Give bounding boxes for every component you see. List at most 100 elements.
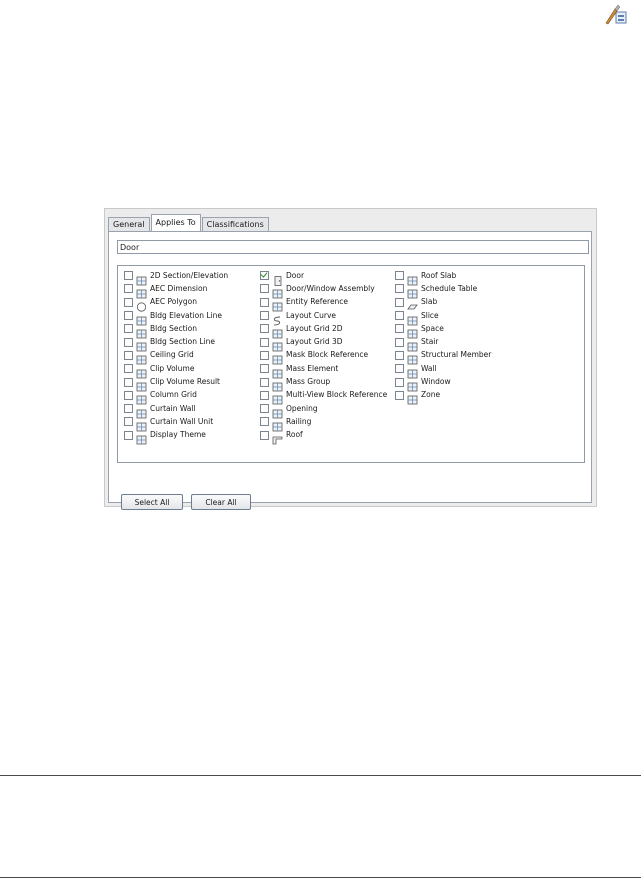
layout-grid-2d-icon [272, 324, 283, 339]
checkbox[interactable] [395, 364, 404, 374]
checkbox[interactable] [124, 324, 133, 334]
list-item[interactable]: Roof Slab [395, 269, 491, 286]
list-item[interactable]: AEC Dimension [124, 282, 228, 299]
list-item[interactable]: Structural Member [395, 349, 492, 365]
checkbox[interactable] [124, 350, 133, 360]
roof-slab-icon [407, 271, 418, 286]
layout-grid-3d-icon [272, 337, 283, 352]
opening-icon [272, 404, 283, 419]
dimension-icon [136, 284, 147, 299]
checkbox[interactable] [260, 271, 269, 281]
tab-applies-to[interactable]: Applies To [150, 214, 201, 231]
checkbox[interactable] [395, 337, 404, 347]
list-item[interactable]: Layout Curve [260, 309, 387, 325]
list-item[interactable]: Curtain Wall Unit [124, 415, 228, 432]
list-item[interactable]: Display Theme [124, 429, 228, 445]
checkbox[interactable] [260, 324, 269, 334]
list-item[interactable]: Layout Grid 2D [260, 322, 387, 339]
checkbox[interactable] [124, 337, 133, 347]
list-item[interactable]: Stair [395, 335, 491, 352]
list-item-label: Clip Volume [150, 363, 195, 373]
checkbox[interactable] [124, 430, 133, 440]
list-item-label: Structural Member [421, 350, 492, 360]
list-item[interactable]: Column Grid [124, 389, 228, 405]
checkbox[interactable] [395, 324, 404, 334]
list-item-label: Schedule Table [421, 283, 478, 293]
select-all-button[interactable]: Select All [121, 494, 183, 510]
clear-all-button[interactable]: Clear All [191, 494, 251, 510]
checkbox[interactable] [395, 390, 404, 400]
list-item[interactable]: Mask Block Reference [260, 349, 387, 365]
list-item[interactable]: Multi-View Block Reference [260, 389, 387, 405]
tab-general[interactable]: General [108, 217, 150, 231]
list-item[interactable]: Mass Element [260, 362, 387, 379]
checkbox[interactable] [395, 350, 404, 360]
checkbox[interactable] [395, 271, 404, 281]
checkbox[interactable] [395, 377, 404, 387]
list-item[interactable]: Curtain Wall [124, 402, 228, 419]
list-item[interactable]: AEC Polygon [124, 296, 228, 312]
list-item-label: Curtain Wall [150, 403, 196, 413]
checkbox[interactable] [124, 404, 133, 414]
checkbox[interactable] [260, 284, 269, 294]
checkbox[interactable] [395, 284, 404, 294]
checkbox[interactable] [260, 311, 269, 321]
list-item[interactable]: Window [395, 375, 491, 392]
tab-classifications[interactable]: Classifications [201, 217, 269, 231]
list-item[interactable]: 2D Section/Elevation [124, 269, 228, 286]
list-item[interactable]: Slab [395, 296, 491, 310]
list-item[interactable]: Opening [260, 402, 387, 419]
list-item-label: Door [286, 270, 305, 280]
checkbox[interactable] [260, 404, 269, 414]
list-item[interactable]: Entity Reference [260, 296, 387, 312]
checkbox[interactable] [124, 417, 133, 427]
list-item[interactable]: Zone [395, 389, 491, 405]
list-item[interactable]: Slice [395, 309, 491, 325]
checkbox[interactable] [124, 364, 133, 374]
checkbox[interactable] [260, 390, 269, 400]
list-item[interactable]: Wall [395, 362, 491, 379]
checkbox[interactable] [395, 297, 404, 307]
tab-strip: General Applies To Classifications [108, 214, 270, 231]
list-item-label: Curtain Wall Unit [150, 416, 214, 426]
checkbox[interactable] [260, 364, 269, 374]
mass-element-icon [272, 364, 283, 379]
checkbox[interactable] [124, 297, 133, 307]
checkbox[interactable] [124, 271, 133, 281]
list-item-label: Stair [421, 337, 439, 347]
list-item[interactable]: Clip Volume [124, 362, 228, 379]
list-item[interactable]: Ceiling Grid [124, 349, 228, 365]
checkbox[interactable] [260, 297, 269, 307]
list-item[interactable]: Clip Volume Result [124, 375, 228, 392]
checkbox[interactable] [260, 430, 269, 440]
checkbox[interactable] [124, 284, 133, 294]
checkbox[interactable] [260, 417, 269, 427]
checkbox[interactable] [395, 311, 404, 321]
checkbox[interactable] [124, 390, 133, 400]
checkbox[interactable] [260, 350, 269, 360]
list-item[interactable]: Bldg Section [124, 322, 228, 339]
display-theme-icon [136, 430, 147, 445]
checkbox[interactable] [124, 377, 133, 387]
checkbox[interactable] [124, 311, 133, 321]
list-item[interactable]: Layout Grid 3D [260, 335, 387, 352]
list-item-label: Layout Grid 2D [286, 323, 343, 333]
list-item-label: Railing [286, 416, 312, 426]
list-item-label: Mask Block Reference [286, 350, 369, 360]
checkbox[interactable] [260, 337, 269, 347]
list-item[interactable]: Door [260, 269, 387, 286]
list-item[interactable]: Schedule Table [395, 282, 491, 299]
slab-icon [407, 297, 418, 310]
list-item[interactable]: Bldg Section Line [124, 335, 228, 352]
list-item-label: Wall [421, 363, 437, 373]
list-item[interactable]: Bldg Elevation Line [124, 309, 228, 325]
list-item[interactable]: Door/Window Assembly [260, 282, 387, 299]
list-item[interactable]: Space [395, 322, 491, 339]
list-item[interactable]: Mass Group [260, 375, 387, 392]
object-type-list[interactable]: 2D Section/Elevation AEC Dimension AEC Po… [117, 265, 585, 463]
list-item[interactable]: Roof [260, 429, 387, 445]
checkbox[interactable] [260, 377, 269, 387]
list-item[interactable]: Railing [260, 415, 387, 432]
object-name-field[interactable] [117, 240, 589, 254]
clip-volume-icon [136, 364, 147, 379]
